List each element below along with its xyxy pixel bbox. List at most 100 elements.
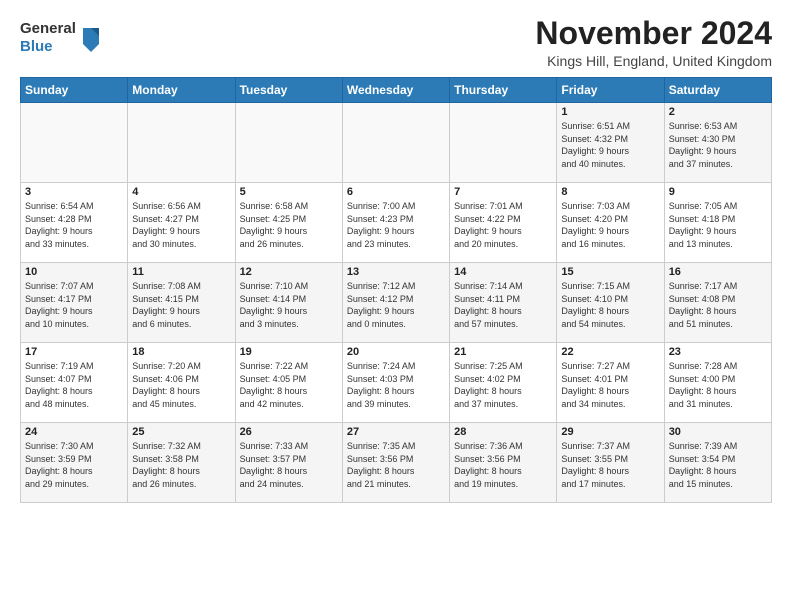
day-number: 7 [454,186,552,198]
calendar-cell: 23 Sunrise: 7:28 AM Sunset: 4:00 PM Dayli… [664,343,771,423]
calendar-cell [235,103,342,183]
calendar-cell: 7 Sunrise: 7:01 AM Sunset: 4:22 PM Daylig… [450,183,557,263]
col-saturday: Saturday [664,78,771,103]
day-number: 6 [347,186,445,198]
col-friday: Friday [557,78,664,103]
day-number: 24 [25,426,123,438]
day-number: 16 [669,266,767,278]
calendar-cell: 22Sunrise: 7:27 AM Sunset: 4:01 PM Dayli… [557,343,664,423]
day-info: Sunrise: 7:03 AM Sunset: 4:20 PM Dayligh… [561,200,659,250]
page: General Blue November 2024 Kings Hill, E… [0,0,792,519]
day-info: Sunrise: 7:12 AM Sunset: 4:12 PM Dayligh… [347,280,445,330]
calendar-cell: 24 Sunrise: 7:30 AM Sunset: 3:59 PM Dayli… [21,423,128,503]
day-info: Sunrise: 6:56 AM Sunset: 4:27 PM Dayligh… [132,200,230,250]
calendar-week-3: 10 Sunrise: 7:07 AM Sunset: 4:17 PM Dayli… [21,263,772,343]
day-number: 10 [25,266,123,278]
col-thursday: Thursday [450,78,557,103]
day-number: 28 [454,426,552,438]
day-number: 4 [132,186,230,198]
day-info: Sunrise: 7:28 AM Sunset: 4:00 PM Dayligh… [669,360,767,410]
day-number: 13 [347,266,445,278]
day-number: 20 [347,346,445,358]
day-info: Sunrise: 7:35 AM Sunset: 3:56 PM Dayligh… [347,440,445,490]
day-number: 14 [454,266,552,278]
calendar-cell: 14Sunrise: 7:14 AM Sunset: 4:11 PM Dayli… [450,263,557,343]
location: Kings Hill, England, United Kingdom [535,53,772,69]
calendar-cell [342,103,449,183]
day-info: Sunrise: 7:19 AM Sunset: 4:07 PM Dayligh… [25,360,123,410]
logo-icon [79,24,103,52]
day-info: Sunrise: 6:51 AM Sunset: 4:32 PM Dayligh… [561,120,659,170]
calendar-cell: 25 Sunrise: 7:32 AM Sunset: 3:58 PM Dayli… [128,423,235,503]
day-info: Sunrise: 7:32 AM Sunset: 3:58 PM Dayligh… [132,440,230,490]
day-info: Sunrise: 7:36 AM Sunset: 3:56 PM Dayligh… [454,440,552,490]
calendar-cell [128,103,235,183]
logo-general: General [20,20,76,38]
calendar-cell: 21 Sunrise: 7:25 AM Sunset: 4:02 PM Dayli… [450,343,557,423]
calendar-cell [450,103,557,183]
calendar-cell: 8Sunrise: 7:03 AM Sunset: 4:20 PM Daylig… [557,183,664,263]
day-info: Sunrise: 7:10 AM Sunset: 4:14 PM Dayligh… [240,280,338,330]
day-info: Sunrise: 6:54 AM Sunset: 4:28 PM Dayligh… [25,200,123,250]
day-info: Sunrise: 7:01 AM Sunset: 4:22 PM Dayligh… [454,200,552,250]
day-info: Sunrise: 6:53 AM Sunset: 4:30 PM Dayligh… [669,120,767,170]
calendar-cell [21,103,128,183]
day-number: 30 [669,426,767,438]
day-number: 9 [669,186,767,198]
logo-blue: Blue [20,38,76,56]
month-title: November 2024 [535,16,772,51]
header-row: Sunday Monday Tuesday Wednesday Thursday… [21,78,772,103]
day-number: 25 [132,426,230,438]
calendar-week-1: 1 Sunrise: 6:51 AM Sunset: 4:32 PM Daylig… [21,103,772,183]
day-number: 3 [25,186,123,198]
calendar-cell: 17 Sunrise: 7:19 AM Sunset: 4:07 PM Dayli… [21,343,128,423]
logo: General Blue [20,20,103,56]
calendar-cell: 1 Sunrise: 6:51 AM Sunset: 4:32 PM Daylig… [557,103,664,183]
title-block: November 2024 Kings Hill, England, Unite… [535,16,772,69]
day-number: 15 [561,266,659,278]
calendar-cell: 3 Sunrise: 6:54 AM Sunset: 4:28 PM Daylig… [21,183,128,263]
calendar-cell: 18 Sunrise: 7:20 AM Sunset: 4:06 PM Dayli… [128,343,235,423]
header: General Blue November 2024 Kings Hill, E… [20,16,772,69]
day-info: Sunrise: 7:25 AM Sunset: 4:02 PM Dayligh… [454,360,552,410]
calendar-cell: 9Sunrise: 7:05 AM Sunset: 4:18 PM Daylig… [664,183,771,263]
calendar-cell: 16 Sunrise: 7:17 AM Sunset: 4:08 PM Dayli… [664,263,771,343]
day-info: Sunrise: 7:07 AM Sunset: 4:17 PM Dayligh… [25,280,123,330]
day-info: Sunrise: 7:17 AM Sunset: 4:08 PM Dayligh… [669,280,767,330]
calendar-cell: 4 Sunrise: 6:56 AM Sunset: 4:27 PM Daylig… [128,183,235,263]
calendar-cell: 12 Sunrise: 7:10 AM Sunset: 4:14 PM Dayli… [235,263,342,343]
calendar-cell: 6Sunrise: 7:00 AM Sunset: 4:23 PM Daylig… [342,183,449,263]
day-number: 18 [132,346,230,358]
calendar-week-4: 17 Sunrise: 7:19 AM Sunset: 4:07 PM Dayli… [21,343,772,423]
day-number: 12 [240,266,338,278]
calendar-header: Sunday Monday Tuesday Wednesday Thursday… [21,78,772,103]
day-number: 2 [669,106,767,118]
day-info: Sunrise: 7:20 AM Sunset: 4:06 PM Dayligh… [132,360,230,410]
day-number: 19 [240,346,338,358]
day-info: Sunrise: 7:24 AM Sunset: 4:03 PM Dayligh… [347,360,445,410]
calendar-table: Sunday Monday Tuesday Wednesday Thursday… [20,77,772,503]
day-info: Sunrise: 7:39 AM Sunset: 3:54 PM Dayligh… [669,440,767,490]
calendar-cell: 29 Sunrise: 7:37 AM Sunset: 3:55 PM Dayli… [557,423,664,503]
day-info: Sunrise: 7:37 AM Sunset: 3:55 PM Dayligh… [561,440,659,490]
calendar-cell: 19Sunrise: 7:22 AM Sunset: 4:05 PM Dayli… [235,343,342,423]
calendar-cell: 26Sunrise: 7:33 AM Sunset: 3:57 PM Dayli… [235,423,342,503]
calendar-cell: 28 Sunrise: 7:36 AM Sunset: 3:56 PM Dayli… [450,423,557,503]
day-info: Sunrise: 7:30 AM Sunset: 3:59 PM Dayligh… [25,440,123,490]
calendar-cell: 10 Sunrise: 7:07 AM Sunset: 4:17 PM Dayli… [21,263,128,343]
day-number: 29 [561,426,659,438]
calendar-cell: 20 Sunrise: 7:24 AM Sunset: 4:03 PM Dayli… [342,343,449,423]
day-number: 1 [561,106,659,118]
col-monday: Monday [128,78,235,103]
calendar-cell: 2 Sunrise: 6:53 AM Sunset: 4:30 PM Daylig… [664,103,771,183]
calendar-body: 1 Sunrise: 6:51 AM Sunset: 4:32 PM Daylig… [21,103,772,503]
day-number: 21 [454,346,552,358]
day-number: 17 [25,346,123,358]
day-info: Sunrise: 7:33 AM Sunset: 3:57 PM Dayligh… [240,440,338,490]
col-wednesday: Wednesday [342,78,449,103]
day-info: Sunrise: 7:08 AM Sunset: 4:15 PM Dayligh… [132,280,230,330]
col-tuesday: Tuesday [235,78,342,103]
day-number: 23 [669,346,767,358]
calendar-cell: 11Sunrise: 7:08 AM Sunset: 4:15 PM Dayli… [128,263,235,343]
calendar-week-2: 3 Sunrise: 6:54 AM Sunset: 4:28 PM Daylig… [21,183,772,263]
